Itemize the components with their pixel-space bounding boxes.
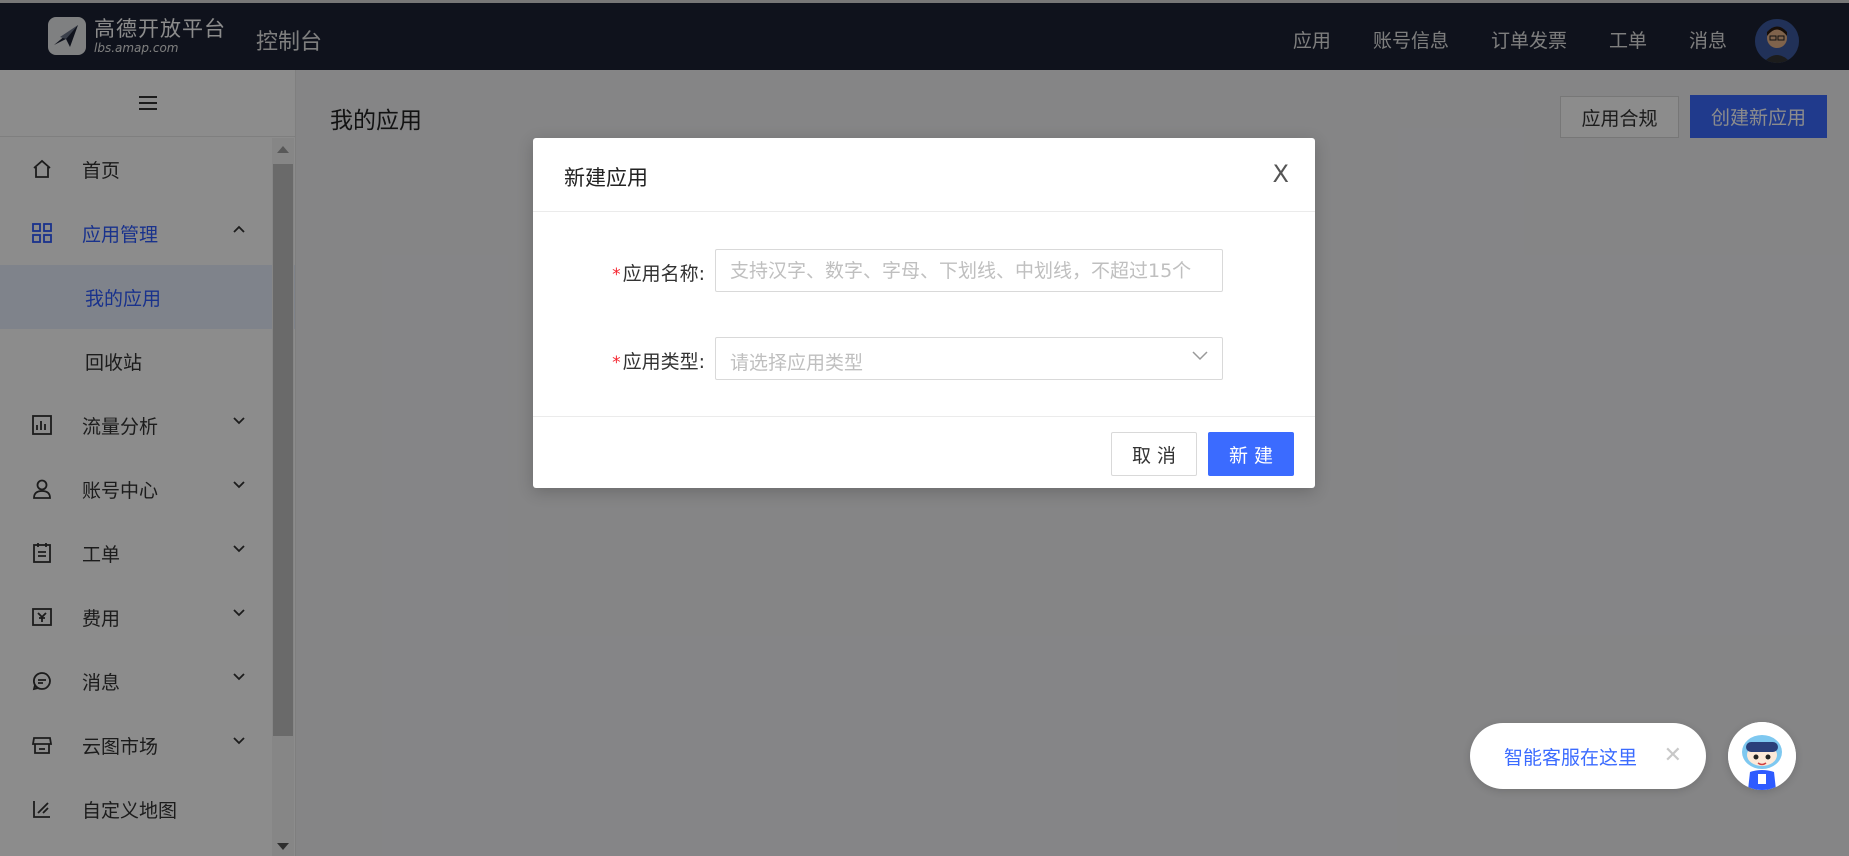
close-icon[interactable]: ✕: [1664, 743, 1682, 768]
app-name-input[interactable]: [716, 250, 1222, 291]
smart-support-bubble[interactable]: 智能客服在这里 ✕: [1470, 723, 1706, 789]
cancel-button[interactable]: 取 消: [1111, 432, 1197, 476]
form-row-app-type: * 应用类型: 请选择应用类型: [533, 337, 1315, 381]
close-icon[interactable]: X: [1273, 160, 1289, 188]
chevron-down-icon: [1192, 351, 1208, 361]
support-robot-avatar[interactable]: [1728, 722, 1796, 790]
dialog-header: 新建应用 X: [533, 138, 1315, 212]
app-type-label: * 应用类型:: [612, 351, 705, 373]
form-row-app-name: * 应用名称:: [533, 249, 1315, 293]
create-button[interactable]: 新 建: [1208, 432, 1294, 476]
app-type-select[interactable]: 请选择应用类型: [715, 337, 1223, 380]
app-type-placeholder: 请选择应用类型: [730, 352, 864, 374]
new-app-dialog: 新建应用 X *应用名称: *应用类型: 请选择应用类型 取 消 新 建: [533, 138, 1315, 488]
dialog-title: 新建应用: [564, 166, 648, 190]
app-name-label: * 应用名称:: [612, 263, 705, 285]
required-mark: *: [612, 265, 621, 285]
smart-support-text: 智能客服在这里: [1504, 747, 1638, 769]
required-mark: *: [612, 353, 621, 373]
dialog-footer: 取 消 新 建: [533, 416, 1315, 488]
app-name-field-wrapper: [715, 249, 1223, 292]
